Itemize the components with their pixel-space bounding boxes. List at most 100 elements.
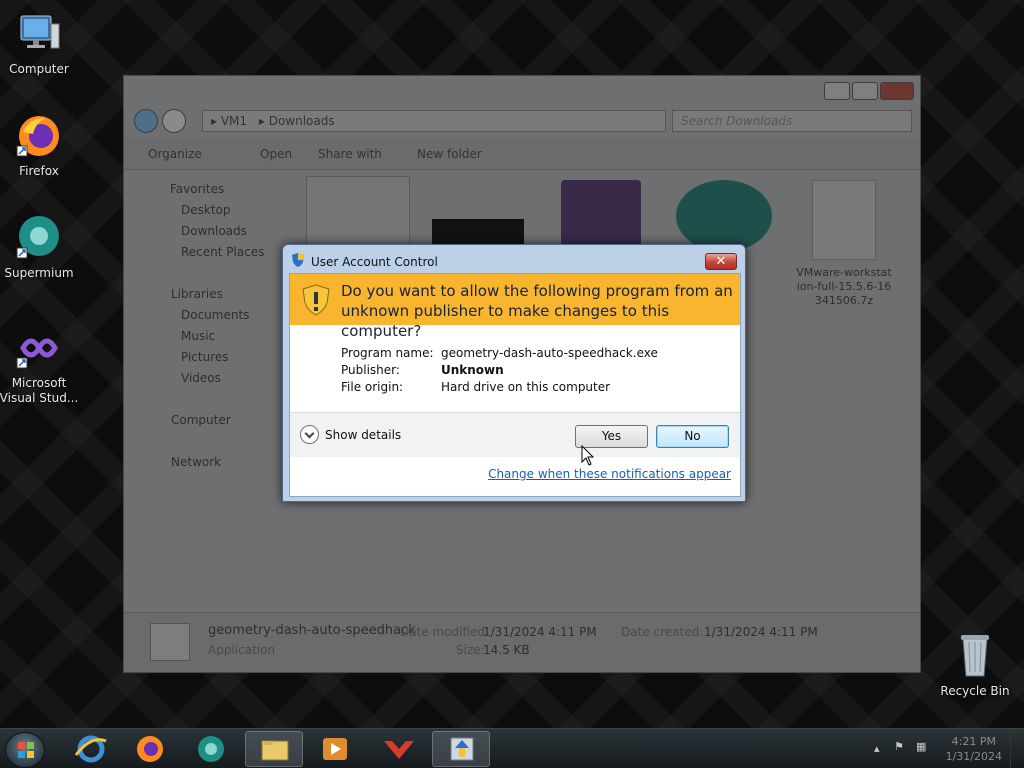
organize-menu[interactable]: Organize xyxy=(148,147,202,161)
explorer-titlebar xyxy=(124,76,920,106)
nav-computer[interactable]: Computer xyxy=(171,413,231,427)
file-origin-value: Hard drive on this computer xyxy=(441,380,611,394)
minimize-button[interactable] xyxy=(824,82,850,100)
nav-documents[interactable]: Documents xyxy=(181,308,249,322)
change-notifications-link[interactable]: Change when these notifications appear xyxy=(488,467,731,481)
app-icon xyxy=(384,741,414,759)
date-modified-label: Date modified: xyxy=(400,625,490,639)
address-bar[interactable]: ▸ VM1 ▸ Downloads xyxy=(202,110,666,132)
details-type: Application xyxy=(208,643,276,657)
desktop-icon-label: Microsoft Visual Stud... xyxy=(0,376,79,405)
taskbar-app-red[interactable] xyxy=(370,731,428,767)
supermium-icon xyxy=(198,736,224,762)
nav-desktop[interactable]: Desktop xyxy=(181,203,231,217)
visual-studio-icon xyxy=(15,324,63,372)
search-input[interactable]: Search Downloads xyxy=(672,110,912,132)
nav-pictures[interactable]: Pictures xyxy=(181,350,229,364)
nav-recent-places[interactable]: Recent Places xyxy=(181,245,264,259)
date-created-value: 1/31/2024 4:11 PM xyxy=(704,625,818,639)
taskbar-explorer[interactable] xyxy=(245,731,303,767)
desktop-icon-supermium[interactable]: Supermium xyxy=(0,214,81,281)
size-value: 14.5 KB xyxy=(483,643,530,657)
application-icon xyxy=(450,737,474,761)
publisher-label: Publisher: xyxy=(341,363,400,377)
warning-shield-icon xyxy=(302,284,330,319)
clock-time: 4:21 PM xyxy=(951,735,996,748)
taskbar-uac-program[interactable] xyxy=(432,731,490,767)
date-modified-value: 1/31/2024 4:11 PM xyxy=(483,625,597,639)
uac-body: Do you want to allow the following progr… xyxy=(289,273,741,497)
show-desktop-button[interactable] xyxy=(1010,729,1024,768)
media-player-icon xyxy=(323,738,347,760)
forward-button[interactable] xyxy=(162,109,186,133)
uac-question: Do you want to allow the following progr… xyxy=(341,282,733,340)
flag-icon[interactable]: ⚑ xyxy=(894,740,904,753)
close-button[interactable] xyxy=(880,82,914,100)
date-created-label: Date created: xyxy=(621,625,704,639)
file-item-video[interactable] xyxy=(432,219,524,247)
size-label: Size: xyxy=(456,643,485,657)
file-item-supermium-installer[interactable] xyxy=(676,180,772,252)
uac-banner: Do you want to allow the following progr… xyxy=(290,274,740,340)
nav-downloads[interactable]: Downloads xyxy=(181,224,247,238)
details-filename: geometry-dash-auto-speedhack xyxy=(208,623,416,638)
file-item-vmware[interactable]: VMware-workstat ion-full-15.5.6-16 34150… xyxy=(794,180,894,308)
maximize-button[interactable] xyxy=(852,82,878,100)
desktop-icon-firefox[interactable]: Firefox xyxy=(0,112,81,179)
file-icon xyxy=(812,180,876,260)
nav-libraries[interactable]: Libraries xyxy=(171,287,223,301)
network-icon[interactable]: ▦ xyxy=(916,740,926,753)
file-item-speedhack[interactable] xyxy=(306,176,410,246)
system-tray: ▴ ⚑ ▦ 4:21 PM 1/31/2024 xyxy=(864,729,1024,768)
firefox-icon xyxy=(137,736,163,762)
nav-favorites[interactable]: Favorites xyxy=(170,182,224,196)
nav-music[interactable]: Music xyxy=(181,329,215,343)
recycle-bin-icon xyxy=(951,632,999,680)
clock-date: 1/31/2024 xyxy=(945,750,1002,763)
folder-icon: ▸ xyxy=(211,114,221,128)
program-name-value: geometry-dash-auto-speedhack.exe xyxy=(441,346,658,360)
file-name-line: 341506.7z xyxy=(814,294,874,307)
back-button[interactable] xyxy=(134,109,158,133)
uac-shield-icon xyxy=(291,252,305,271)
supermium-icon xyxy=(15,214,63,262)
publisher-value: Unknown xyxy=(441,363,504,377)
computer-icon xyxy=(15,10,63,58)
nav-videos[interactable]: Videos xyxy=(181,371,221,385)
uac-close-button[interactable]: ✕ xyxy=(705,253,737,270)
application-icon xyxy=(150,623,190,661)
desktop-icon-label: Computer xyxy=(9,62,69,76)
uac-title-text: User Account Control xyxy=(311,254,438,269)
nav-network[interactable]: Network xyxy=(171,455,221,469)
uac-titlebar: User Account Control xyxy=(291,252,438,271)
desktop-icon-recycle-bin[interactable]: Recycle Bin xyxy=(933,632,1017,699)
file-name-line: VMware-workstat xyxy=(796,266,892,279)
no-button[interactable]: No xyxy=(656,425,729,448)
desktop-icon-label: Supermium xyxy=(4,266,74,280)
taskbar-supermium[interactable] xyxy=(182,731,240,767)
taskbar-media-player[interactable] xyxy=(306,731,364,767)
desktop-icon-visual-studio[interactable]: Microsoft Visual Stud... xyxy=(0,324,81,406)
mouse-cursor-icon xyxy=(581,444,595,470)
taskbar-internet-explorer[interactable] xyxy=(62,731,120,767)
desktop-icon-label: Firefox xyxy=(19,164,59,178)
explorer-toolbar: Organize Open Share with New folder xyxy=(124,138,920,170)
clock[interactable]: 4:21 PM 1/31/2024 xyxy=(946,734,1002,764)
details-pane: geometry-dash-auto-speedhack Application… xyxy=(124,612,920,672)
file-item-firefox-installer[interactable] xyxy=(561,180,641,246)
internet-explorer-icon xyxy=(74,735,107,763)
file-origin-label: File origin: xyxy=(341,380,404,394)
uac-details: Program name: geometry-dash-auto-speedhac… xyxy=(341,346,658,397)
chevron-up-icon[interactable]: ▴ xyxy=(874,742,880,755)
breadcrumb-vm1[interactable]: VM1 xyxy=(221,114,247,128)
taskbar: ▴ ⚑ ▦ 4:21 PM 1/31/2024 xyxy=(0,728,1024,768)
open-button[interactable]: Open xyxy=(260,147,292,161)
new-folder-button[interactable]: New folder xyxy=(417,147,482,161)
taskbar-firefox[interactable] xyxy=(121,731,179,767)
show-details-toggle[interactable]: Show details xyxy=(300,425,401,444)
breadcrumb-downloads[interactable]: Downloads xyxy=(269,114,335,128)
folder-icon xyxy=(261,740,289,761)
start-button[interactable] xyxy=(5,732,45,768)
desktop-icon-computer[interactable]: Computer xyxy=(0,10,81,77)
share-with-menu[interactable]: Share with xyxy=(318,147,382,161)
